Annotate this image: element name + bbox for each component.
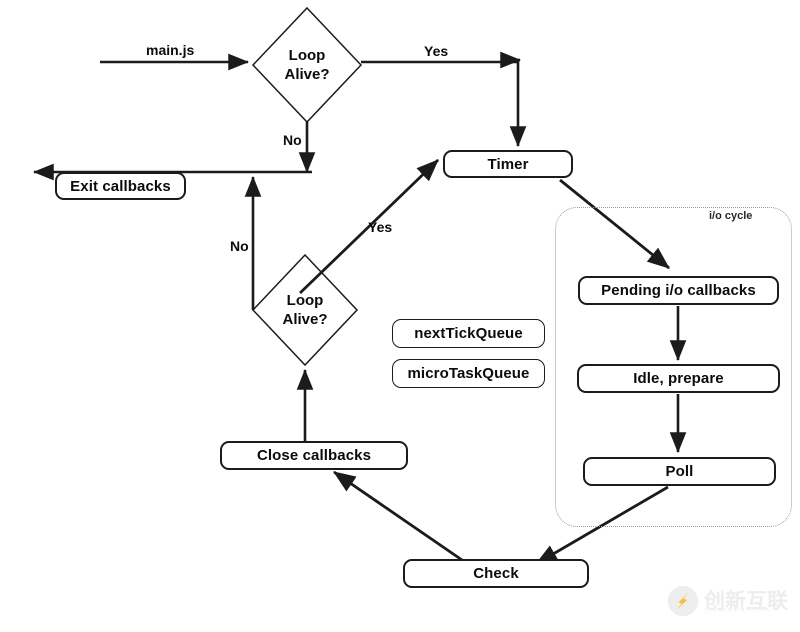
node-idle-prepare-label: Idle, prepare (633, 370, 724, 387)
node-poll[interactable]: Poll (583, 457, 776, 486)
edge-yes-to-timer (361, 60, 527, 148)
watermark: 创新互联 CHUANGXINHULIAN (668, 586, 788, 616)
node-close-callbacks[interactable]: Close callbacks (220, 441, 408, 470)
io-cycle-label: i/o cycle (709, 210, 753, 222)
diagram-canvas: i/o cycle Loop Alive? Loop Alive? main.j… (0, 0, 800, 632)
node-timer-label: Timer (487, 155, 529, 173)
node-next-tick-queue[interactable]: nextTickQueue (392, 319, 545, 348)
node-check[interactable]: Check (403, 559, 589, 588)
node-exit-callbacks[interactable]: Exit callbacks (55, 172, 186, 200)
decision-loop-alive-bottom-shape (251, 253, 359, 367)
node-close-callbacks-label: Close callbacks (256, 447, 372, 464)
node-check-label: Check (473, 565, 519, 582)
edge-check-to-close-callbacks (333, 470, 463, 562)
edge-label-no-bottom: No (230, 238, 249, 254)
node-exit-callbacks-label: Exit callbacks (70, 177, 171, 195)
node-micro-task-queue[interactable]: microTaskQueue (392, 359, 545, 388)
edge-label-mainjs: main.js (146, 42, 195, 58)
brand-logo-icon (668, 586, 698, 616)
node-timer[interactable]: Timer (443, 150, 573, 178)
node-idle-prepare[interactable]: Idle, prepare (577, 364, 780, 393)
edge-label-yes-bottom: Yes (368, 219, 393, 235)
edge-label-no-top: No (283, 132, 302, 148)
node-poll-label: Poll (665, 463, 694, 480)
node-pending-io-callbacks[interactable]: Pending i/o callbacks (578, 276, 779, 305)
edge-label-yes-top: Yes (424, 43, 449, 59)
watermark-subtext: CHUANGXINHULIAN (704, 608, 772, 614)
decision-loop-alive-top-shape (251, 6, 363, 124)
node-pending-io-callbacks-label: Pending i/o callbacks (601, 282, 756, 299)
node-next-tick-queue-label: nextTickQueue (414, 325, 523, 342)
node-micro-task-queue-label: microTaskQueue (407, 365, 530, 382)
